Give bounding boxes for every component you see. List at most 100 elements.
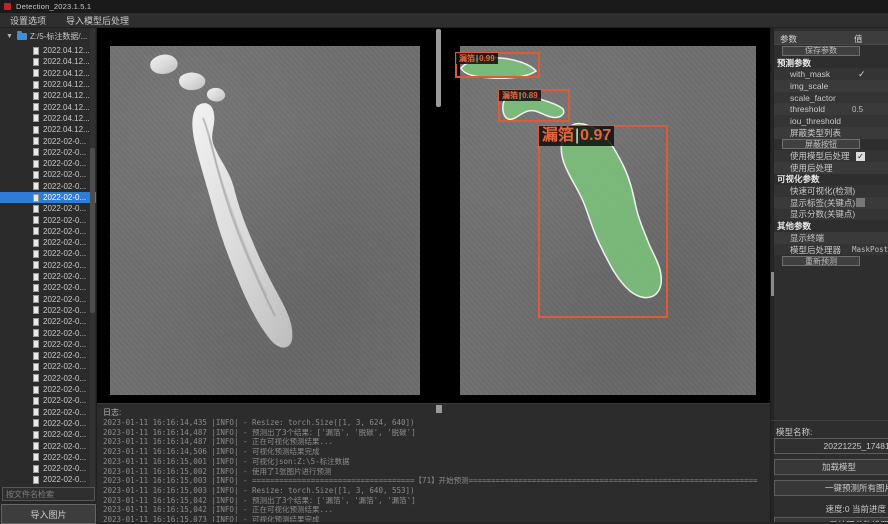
tree-item[interactable]: 2022-02-0... [0, 305, 97, 316]
param-row[interactable]: scale_factor [774, 92, 888, 104]
param-row[interactable]: 屏蔽类型列表 [774, 127, 888, 139]
tree-scrollbar-thumb[interactable] [90, 148, 95, 313]
tree-item[interactable]: 2022-02-0... [0, 316, 97, 327]
params-rows: 保存参数预测参数with_mask✓img_scalescale_factort… [774, 45, 888, 267]
tree-item-label: 2022-02-0... [43, 272, 86, 281]
tree-item[interactable]: 2022-02-0... [0, 373, 97, 384]
tree-item-label: 2022.04.12... [43, 103, 90, 112]
tree-root-folder[interactable]: ▼ Z:/5-标注数据/... [0, 31, 96, 42]
tree-item[interactable]: 2022-02-0... [0, 248, 97, 259]
tree-item[interactable]: 2022-02-0... [0, 203, 97, 214]
tree-item-label: 2022-02-0... [43, 148, 86, 157]
tree-item[interactable]: 2022.04.12... [0, 113, 97, 124]
tree-scrollbar[interactable] [90, 28, 95, 487]
param-action-button[interactable]: 屏蔽按钮 [782, 139, 860, 149]
postprocess-settings-button[interactable]: 后处理参数设置 [774, 517, 888, 522]
log-line: 2023-01-11 16:16:15,042 |INFO| - 正在可视化预测… [103, 505, 768, 515]
tree-item[interactable]: 2022-02-0... [0, 395, 97, 406]
tree-item[interactable]: 2022-02-0... [0, 339, 97, 350]
param-row[interactable]: with_mask✓ [774, 68, 888, 80]
param-group-header[interactable]: 其他参数 [774, 220, 888, 232]
tree-item-label: 2022-02-0... [43, 238, 86, 247]
file-icon [33, 374, 39, 382]
tree-item[interactable]: 2022-02-0... [0, 294, 97, 305]
param-row[interactable]: 显示分数(关键点) [774, 209, 888, 221]
import-images-button[interactable]: 导入图片 [1, 504, 96, 524]
menu-item-import-postprocess[interactable]: 导入模型后处理 [56, 14, 139, 27]
tree-item[interactable]: 2022-02-0... [0, 418, 97, 429]
search-input[interactable] [2, 487, 95, 501]
param-action-button[interactable]: 重新预测 [782, 256, 860, 266]
tree-item-label: 2022-02-0... [43, 227, 86, 236]
tree-item[interactable]: 2022-02-0... [0, 384, 97, 395]
tree-item[interactable]: 2022-02-0... [0, 237, 97, 248]
predict-all-button[interactable]: 一键预测所有图片 [774, 480, 888, 496]
param-row[interactable]: 使用模型后处理✓ [774, 150, 888, 162]
tree-item[interactable]: 2022-02-0... [0, 327, 97, 338]
tree-item-label: 2022-02-0... [43, 475, 86, 484]
tree-item[interactable]: 2022-02-0... [0, 169, 97, 180]
tree-item[interactable]: 2022-02-0... [0, 429, 97, 440]
tree-item-label: 2022-02-0... [43, 430, 86, 439]
tree-item[interactable]: 2022-02-0... [0, 474, 97, 485]
param-row[interactable]: 显示终端 [774, 232, 888, 244]
param-button-row: 重新预测 [774, 255, 888, 267]
tree-item[interactable]: 2022-02-0... [0, 226, 97, 237]
log-line: 2023-01-11 16:16:14,487 |INFO| - 预测出了3个结… [103, 428, 768, 438]
tree-item[interactable]: 2022-02-0... [0, 214, 97, 225]
tree-item[interactable]: 2022.04.12... [0, 68, 97, 79]
file-icon [33, 239, 39, 247]
param-row[interactable]: threshold0.5 [774, 103, 888, 115]
chevron-down-icon[interactable]: ▼ [6, 33, 13, 40]
tree-item[interactable]: 2022-02-0... [0, 452, 97, 463]
tree-item[interactable]: 2022-02-0... [0, 192, 97, 203]
tree-item[interactable]: 2022-02-0... [0, 440, 97, 451]
tree-item[interactable]: 2022-02-0... [0, 181, 97, 192]
log-scrollbar-thumb[interactable] [436, 405, 442, 413]
tree-item-label: 2022-02-0... [43, 442, 86, 451]
param-group-label: 预测参数 [774, 57, 811, 69]
param-row[interactable]: img_scale [774, 80, 888, 92]
param-action-button[interactable]: 保存参数 [782, 46, 860, 56]
tree-item[interactable]: 2022-02-0... [0, 282, 97, 293]
tree-item[interactable]: 2022.04.12... [0, 45, 97, 56]
tree-item-label: 2022-02-0... [43, 261, 86, 270]
checkbox-unchecked[interactable] [856, 198, 865, 207]
detection-label: 漏箔|0.89 [499, 90, 541, 101]
tree-item[interactable]: 2022-02-0... [0, 260, 97, 271]
tree-item[interactable]: 2022.04.12... [0, 90, 97, 101]
file-icon [33, 205, 39, 213]
file-icon [33, 329, 39, 337]
param-row[interactable]: 使用后处理 [774, 162, 888, 174]
tree-item-label: 2022-02-0... [43, 137, 86, 146]
model-name-field[interactable]: 20221225_174813 [774, 438, 888, 454]
tree-item[interactable]: 2022-02-0... [0, 147, 97, 158]
param-group-header[interactable]: 可视化参数 [774, 174, 888, 186]
file-icon [33, 47, 39, 55]
log-lines[interactable]: 2023-01-11 16:16:14,435 |INFO| - Resize:… [103, 418, 768, 522]
tree-item[interactable]: 2022-02-0... [0, 350, 97, 361]
param-row[interactable]: iou_threshold [774, 115, 888, 127]
tree-item[interactable]: 2022.04.12... [0, 56, 97, 67]
folder-icon [17, 33, 27, 40]
checkbox-checked[interactable]: ✓ [856, 152, 865, 161]
tree-item[interactable]: 2022.04.12... [0, 79, 97, 90]
params-scrollbar-thumb[interactable] [771, 272, 774, 296]
tree-item[interactable]: 2022-02-0... [0, 271, 97, 282]
tree-item[interactable]: 2022-02-0... [0, 135, 97, 146]
param-row[interactable]: 模型后处理器MaskPostPro [774, 244, 888, 256]
param-group-header[interactable]: 预测参数 [774, 57, 888, 69]
tree-item[interactable]: 2022.04.12... [0, 101, 97, 112]
canvas-splitter-thumb[interactable] [436, 29, 441, 107]
param-value: 0.5 [852, 105, 863, 114]
param-row[interactable]: 快速可视化(检测) [774, 185, 888, 197]
tree-item[interactable]: 2022-02-0... [0, 361, 97, 372]
menu-item-settings[interactable]: 设置选项 [0, 14, 56, 27]
tree-item[interactable]: 2022-02-0... [0, 407, 97, 418]
tree-item[interactable]: 2022.04.12... [0, 124, 97, 135]
tree-item[interactable]: 2022-02-0... [0, 463, 97, 474]
load-model-button[interactable]: 加载模型 [774, 459, 888, 475]
param-group-label: 可视化参数 [774, 173, 820, 185]
tree-item[interactable]: 2022-02-0... [0, 158, 97, 169]
param-row[interactable]: 显示标签(关键点) [774, 197, 888, 209]
